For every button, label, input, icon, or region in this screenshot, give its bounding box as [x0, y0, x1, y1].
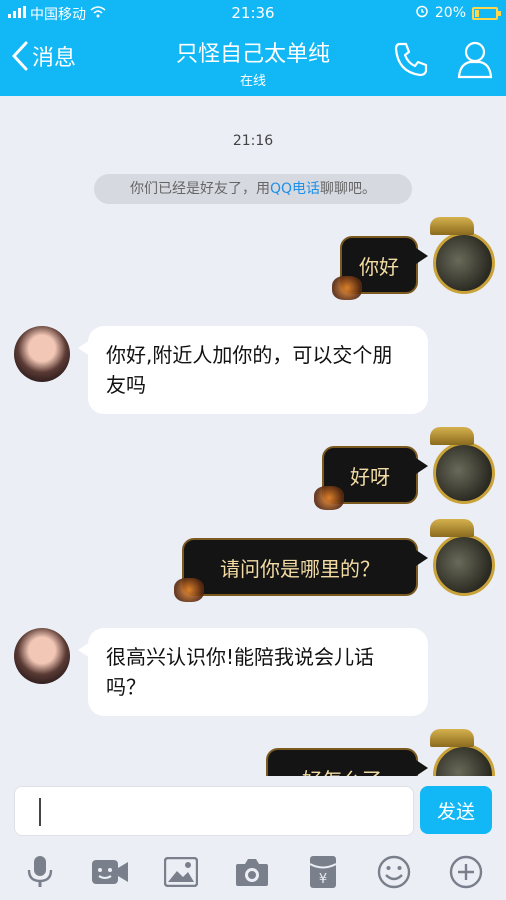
my-avatar[interactable]	[430, 427, 495, 504]
video-icon[interactable]	[90, 852, 130, 892]
contact-avatar[interactable]	[14, 326, 70, 382]
chat-title: 只怪自己太单纯	[175, 42, 330, 67]
message-bubble-sent[interactable]: 你好	[332, 236, 428, 300]
message-bubble-sent[interactable]: 请问你是哪里的？	[174, 538, 428, 602]
svg-text:¥: ¥	[319, 872, 327, 887]
image-icon[interactable]	[161, 852, 201, 892]
battery-percent: 20%	[434, 5, 466, 21]
red-packet-icon[interactable]: ¥	[303, 852, 343, 892]
alarm-icon	[415, 4, 429, 22]
input-toolbar: ¥	[0, 848, 506, 896]
profile-icon	[457, 41, 493, 79]
bubble-decoration-icon	[314, 486, 344, 510]
my-avatar[interactable]	[430, 519, 495, 596]
message-bubble-sent[interactable]: 好呀	[314, 446, 428, 510]
microphone-icon[interactable]	[20, 852, 60, 892]
message-bubble-received[interactable]: 很高兴认识你!能陪我说会儿话吗？	[78, 628, 428, 716]
camera-icon[interactable]	[232, 852, 272, 892]
message-input[interactable]	[14, 786, 414, 836]
input-area: 发送 ¥	[0, 776, 506, 900]
bubble-decoration-icon	[332, 276, 362, 300]
phone-icon	[394, 42, 428, 77]
chat-timestamp: 21:16	[232, 133, 274, 149]
status-bar: 中国移动 21:36 20%	[0, 0, 506, 26]
emoji-icon[interactable]	[374, 852, 414, 892]
my-avatar[interactable]	[430, 217, 495, 294]
plus-icon[interactable]	[446, 852, 486, 892]
bubble-decoration-icon	[174, 578, 204, 602]
send-button[interactable]: 发送	[420, 786, 492, 834]
battery-icon	[472, 6, 501, 20]
contact-avatar[interactable]	[14, 628, 70, 684]
qq-call-link[interactable]: QQ电话	[270, 181, 320, 197]
system-message: 你们已经是好友了，用QQ电话聊聊吧。	[94, 174, 412, 204]
online-status: 在线	[239, 74, 266, 89]
profile-button[interactable]	[456, 40, 494, 84]
message-bubble-received[interactable]: 你好,附近人加你的，可以交个朋友吗	[78, 326, 428, 414]
top-bar: 中国移动 21:36 20% 消息 只怪自己太单纯 在线	[0, 0, 506, 96]
phone-button[interactable]	[392, 40, 430, 82]
